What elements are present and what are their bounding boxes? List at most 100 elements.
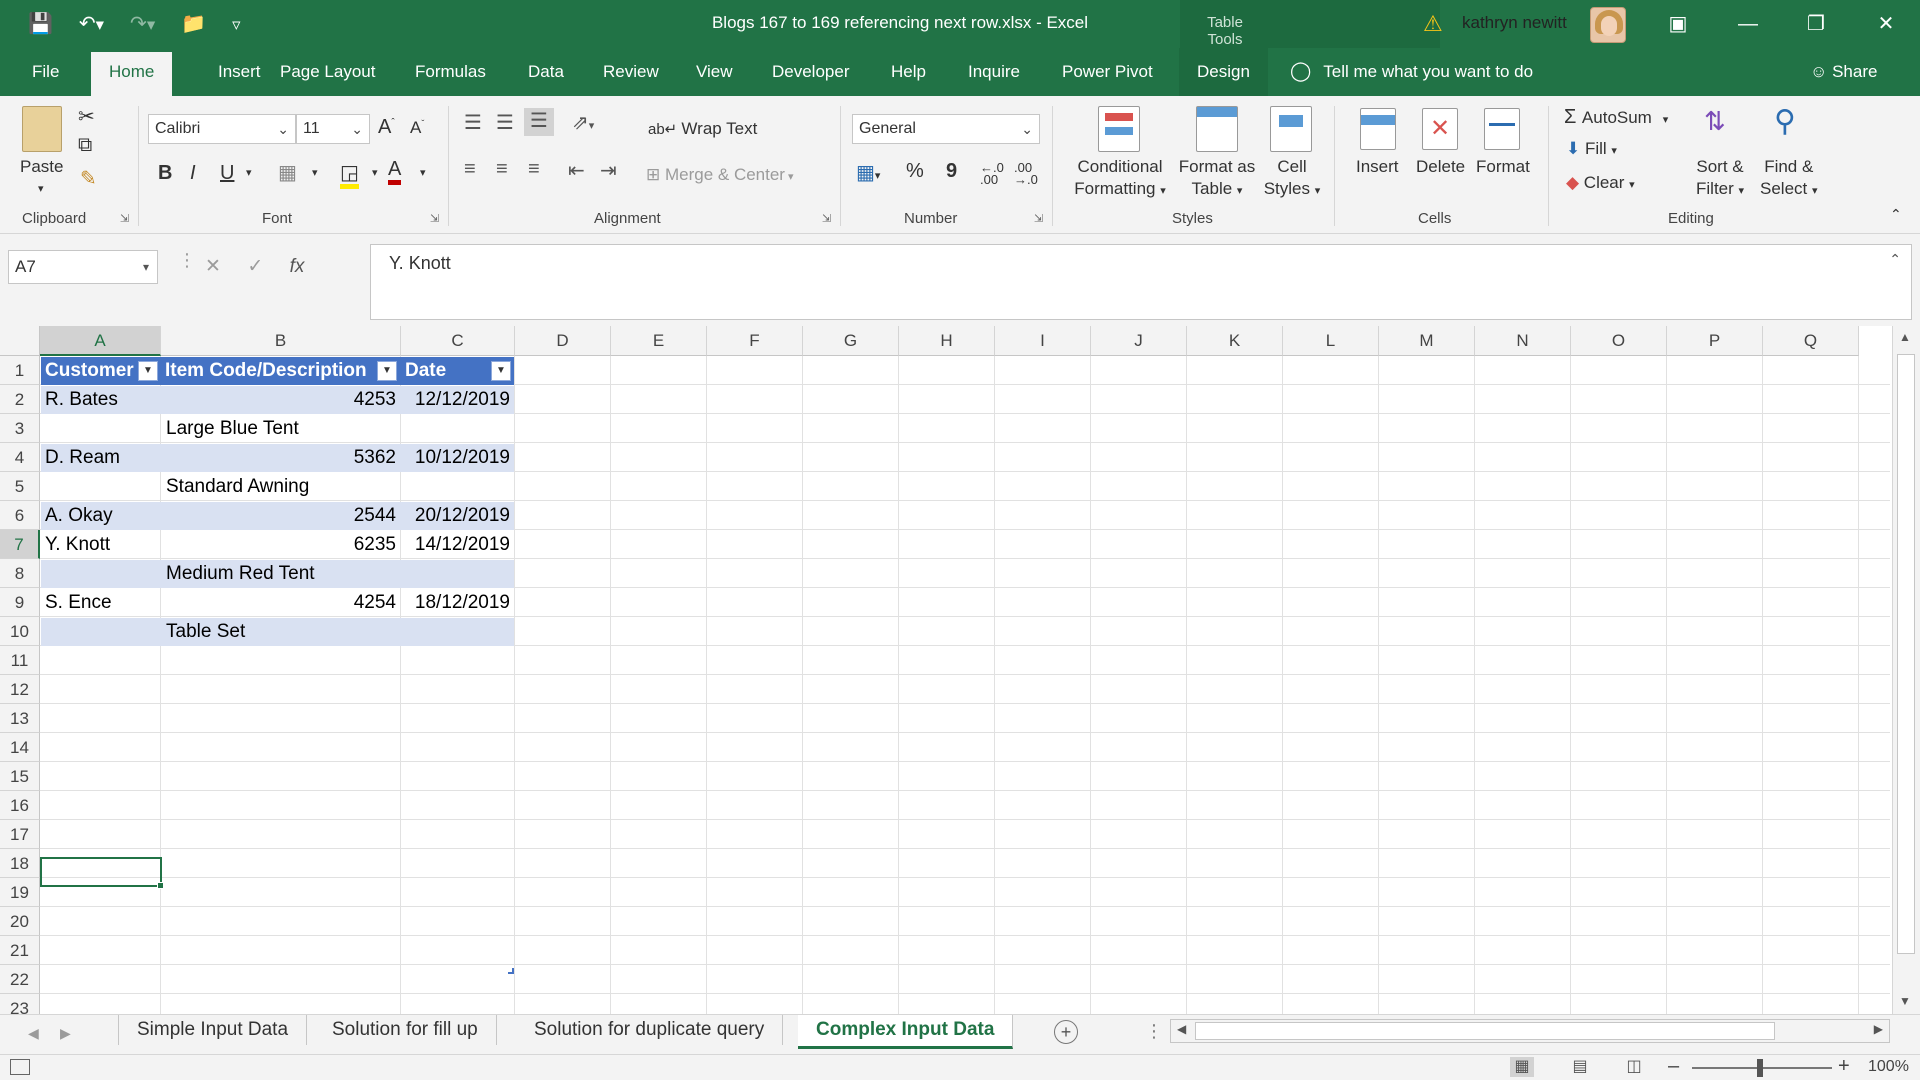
row-header-12[interactable]: 12 — [0, 675, 40, 704]
align-middle-icon[interactable]: ☰ — [496, 110, 514, 135]
ribbon-display-options-icon[interactable]: ▣ — [1658, 8, 1698, 40]
row-header-1[interactable]: 1 — [0, 356, 40, 385]
table-cell[interactable]: 10/12/2019 — [402, 443, 514, 472]
wrap-text-button[interactable]: ab↵ Wrap Text — [648, 118, 757, 141]
table-header-date[interactable]: Date — [401, 357, 501, 385]
enter-icon[interactable]: ✓ — [247, 256, 263, 277]
row-header-22[interactable]: 22 — [0, 965, 40, 994]
align-left-icon[interactable]: ≡ — [464, 158, 476, 181]
scroll-left-icon[interactable]: ◀ — [1177, 1022, 1186, 1036]
row-header-15[interactable]: 15 — [0, 762, 40, 791]
column-header-q[interactable]: Q — [1763, 326, 1859, 356]
align-right-icon[interactable]: ≡ — [528, 158, 540, 181]
row-header-7[interactable]: 7 — [0, 530, 40, 559]
fill-button[interactable]: ⬇ Fill ▾ — [1566, 138, 1617, 162]
collapse-formula-bar-icon[interactable]: ⌃ — [1889, 251, 1901, 268]
fill-color-icon[interactable]: ◲ — [340, 160, 359, 189]
increase-indent-icon[interactable]: ⇥ — [600, 158, 617, 183]
filter-dropdown-icon[interactable]: ▼ — [138, 361, 158, 381]
column-header-p[interactable]: P — [1667, 326, 1763, 356]
row-header-2[interactable]: 2 — [0, 385, 40, 414]
scroll-up-icon[interactable]: ▲ — [1899, 330, 1911, 344]
merge-center-button[interactable]: ⊞ Merge & Center ▾ — [646, 164, 794, 188]
column-header-f[interactable]: F — [707, 326, 803, 356]
decrease-font-icon[interactable]: Aˇ — [410, 118, 424, 138]
select-all-corner[interactable] — [0, 326, 40, 356]
table-cell[interactable]: 4253 — [162, 385, 400, 414]
column-header-a[interactable]: A — [40, 326, 161, 356]
vertical-scrollbar[interactable]: ▲ ▼ — [1892, 326, 1920, 1014]
tab-inquire[interactable]: Inquire — [950, 48, 1038, 96]
percent-button[interactable]: % — [906, 160, 924, 183]
bold-button[interactable]: B — [158, 162, 172, 185]
table-cell[interactable]: Table Set — [162, 617, 400, 646]
align-center-icon[interactable]: ≡ — [496, 158, 508, 181]
table-cell[interactable] — [41, 617, 160, 646]
tab-help[interactable]: Help — [873, 48, 944, 96]
sheet-tab-complex-input[interactable]: Complex Input Data — [798, 1015, 1014, 1049]
clear-button[interactable]: ◆ Clear ▾ — [1566, 172, 1635, 196]
font-launcher-icon[interactable]: ⇲ — [430, 212, 439, 225]
table-cell[interactable] — [41, 472, 160, 501]
comma-button[interactable]: 9 — [946, 160, 957, 183]
prev-sheet-icon[interactable]: ◀ — [28, 1025, 39, 1042]
row-header-20[interactable]: 20 — [0, 907, 40, 936]
table-cell[interactable]: 2544 — [162, 501, 400, 530]
vertical-scroll-thumb[interactable] — [1897, 354, 1915, 954]
paste-icon[interactable] — [22, 106, 62, 152]
fill-color-dropdown-icon[interactable]: ▾ — [372, 166, 378, 179]
tab-developer[interactable]: Developer — [754, 48, 868, 96]
alignment-launcher-icon[interactable]: ⇲ — [822, 212, 831, 225]
tab-power-pivot[interactable]: Power Pivot — [1044, 48, 1171, 96]
column-header-m[interactable]: M — [1379, 326, 1475, 356]
column-header-o[interactable]: O — [1571, 326, 1667, 356]
column-header-l[interactable]: L — [1283, 326, 1379, 356]
tab-page-layout[interactable]: Page Layout — [262, 48, 393, 96]
table-cell[interactable]: Large Blue Tent — [162, 414, 400, 443]
table-cell[interactable]: 6235 — [162, 530, 400, 559]
row-header-8[interactable]: 8 — [0, 559, 40, 588]
filter-dropdown-icon[interactable]: ▼ — [377, 361, 397, 381]
table-cell[interactable]: 14/12/2019 — [402, 530, 514, 559]
table-cell[interactable]: A. Okay — [41, 501, 160, 530]
row-header-17[interactable]: 17 — [0, 820, 40, 849]
fill-handle[interactable] — [157, 882, 164, 889]
row-header-11[interactable]: 11 — [0, 646, 40, 675]
clipboard-launcher-icon[interactable]: ⇲ — [120, 212, 129, 225]
row-header-18[interactable]: 18 — [0, 849, 40, 878]
tell-me-box[interactable]: ◯ Tell me what you want to do — [1290, 48, 1533, 96]
user-name[interactable]: kathryn newitt — [1462, 13, 1567, 33]
font-color-icon[interactable]: A — [388, 158, 402, 185]
tab-design[interactable]: Design — [1179, 48, 1268, 96]
tab-home[interactable]: Home — [91, 52, 173, 96]
table-cell[interactable] — [402, 559, 514, 588]
table-cell[interactable] — [402, 414, 514, 443]
decrease-indent-icon[interactable]: ⇤ — [568, 158, 585, 183]
table-header-item[interactable]: Item Code/Description — [161, 357, 401, 385]
macro-recording-icon[interactable] — [10, 1059, 30, 1075]
find-select-button[interactable]: Find & Select ▾ — [1760, 156, 1818, 202]
underline-dropdown-icon[interactable]: ▾ — [246, 166, 252, 179]
tab-view[interactable]: View — [678, 48, 751, 96]
tab-data[interactable]: Data — [510, 48, 582, 96]
row-header-9[interactable]: 9 — [0, 588, 40, 617]
accounting-format-icon[interactable]: ▦▾ — [856, 160, 880, 185]
format-as-table-icon[interactable] — [1196, 106, 1238, 152]
table-cell[interactable]: 5362 — [162, 443, 400, 472]
column-header-d[interactable]: D — [515, 326, 611, 356]
insert-function-icon[interactable]: fx — [290, 256, 305, 277]
horizontal-scrollbar[interactable]: ◀ ▶ — [1170, 1019, 1890, 1043]
column-header-k[interactable]: K — [1187, 326, 1283, 356]
add-sheet-icon[interactable]: + — [1054, 1020, 1078, 1044]
name-box-dropdown-icon[interactable]: ▾ — [143, 251, 149, 283]
number-launcher-icon[interactable]: ⇲ — [1034, 212, 1043, 225]
table-cell[interactable]: 20/12/2019 — [402, 501, 514, 530]
column-header-h[interactable]: H — [899, 326, 995, 356]
font-size-select[interactable]: 11 ⌄ — [296, 114, 370, 144]
table-cell[interactable] — [402, 472, 514, 501]
column-header-i[interactable]: I — [995, 326, 1091, 356]
sheet-tab-fill-up[interactable]: Solution for fill up — [314, 1015, 497, 1045]
normal-view-icon[interactable]: ▦ — [1510, 1057, 1534, 1077]
italic-button[interactable]: I — [190, 162, 196, 185]
formula-input[interactable]: Y. Knott ⌃ — [370, 244, 1912, 320]
